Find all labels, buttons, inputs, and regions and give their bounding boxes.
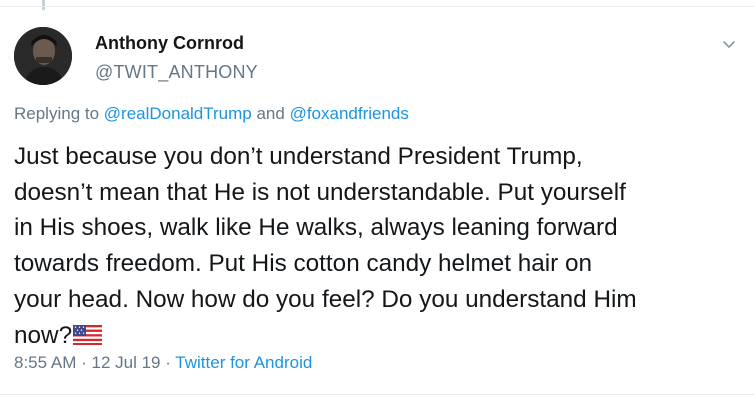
reply-joiner: and xyxy=(251,104,290,123)
author-name[interactable]: Anthony Cornrod xyxy=(95,33,244,54)
tweet-text-line: doesn’t mean that He is not understandab… xyxy=(14,178,626,206)
reply-context: Replying to @realDonaldTrump and @foxand… xyxy=(14,104,409,124)
tweet-source-link[interactable]: Twitter for Android xyxy=(175,353,312,372)
tweet-text-line: in His shoes, walk like He walks, always… xyxy=(14,214,618,242)
bottom-divider xyxy=(0,394,754,395)
tweet-date[interactable]: 12 Jul 19 xyxy=(91,353,160,372)
meta-separator: · xyxy=(160,353,176,372)
tweet-metadata: 8:55 AM · 12 Jul 19 · Twitter for Androi… xyxy=(14,353,312,373)
tweet-text-line-last: now? xyxy=(14,318,744,354)
avatar-image xyxy=(14,27,72,85)
chevron-down-icon[interactable] xyxy=(722,38,736,52)
thread-line xyxy=(42,0,45,10)
mention-link[interactable]: @foxandfriends xyxy=(290,104,409,123)
author-handle[interactable]: @TWIT_ANTHONY xyxy=(95,62,258,83)
avatar[interactable] xyxy=(14,27,72,85)
top-divider xyxy=(0,6,754,7)
mention-link[interactable]: @realDonaldTrump xyxy=(104,104,252,123)
tweet-text-line: towards freedom. Put His cotton candy he… xyxy=(14,250,593,278)
tweet-text-line: Just because you don’t understand Presid… xyxy=(14,143,583,170)
reply-prefix: Replying to xyxy=(14,104,104,123)
tweet-text-line: your head. Now how do you feel? Do you u… xyxy=(14,285,637,313)
tweet-text-line: now? xyxy=(14,321,73,349)
tweet-text: Just because you don’t understand Presid… xyxy=(14,139,744,353)
tweet-time[interactable]: 8:55 AM xyxy=(14,353,76,372)
us-flag-icon xyxy=(73,324,103,345)
meta-separator: · xyxy=(76,353,92,372)
